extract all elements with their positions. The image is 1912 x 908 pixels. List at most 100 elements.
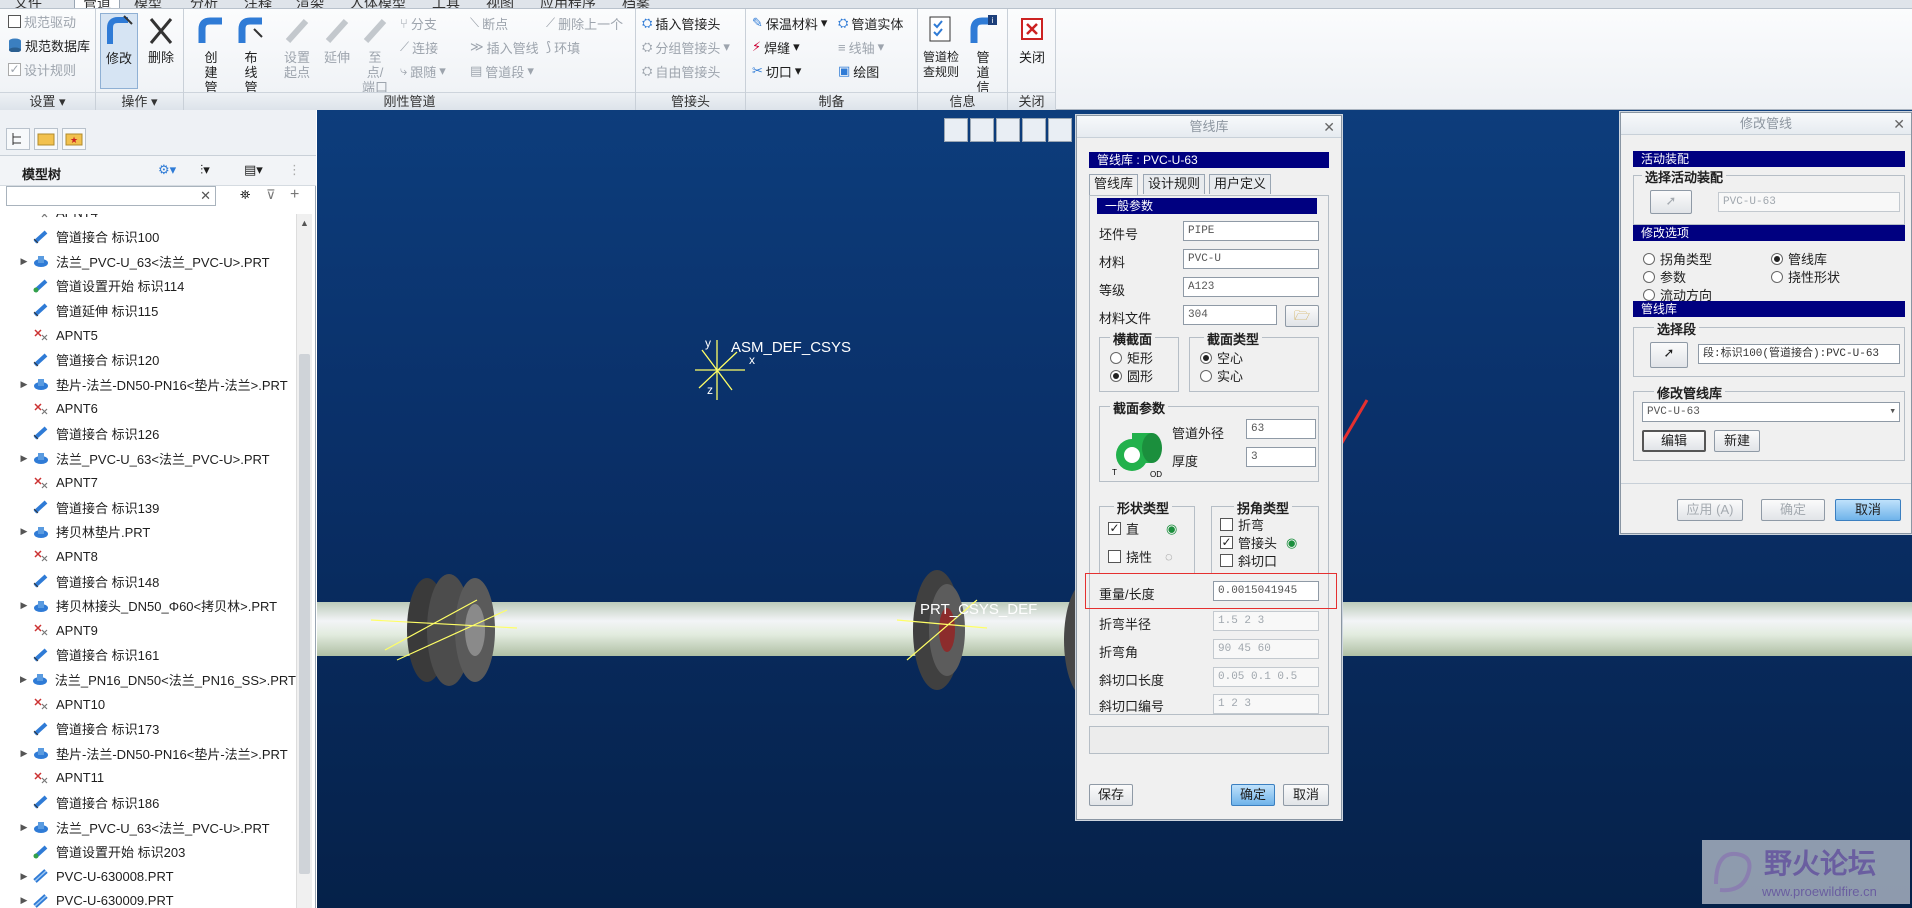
- dialog-close-icon[interactable]: ✕: [1323, 116, 1335, 138]
- expand-arrow-icon[interactable]: ▶: [16, 748, 32, 759]
- operations-group-label[interactable]: 操作 ▾: [96, 92, 183, 110]
- params-radio[interactable]: 参数: [1643, 267, 1686, 286]
- tree-node[interactable]: 管道接合 标识186: [0, 790, 296, 814]
- edit-button[interactable]: 编辑: [1642, 430, 1706, 452]
- material-file-field[interactable]: 304: [1183, 305, 1277, 325]
- tree-node[interactable]: 管道接合 标识173: [0, 717, 296, 741]
- free-fitting-button[interactable]: ⛭ 自由管接头: [642, 61, 720, 81]
- expand-arrow-icon[interactable]: ▶: [16, 674, 31, 685]
- stock-number-field[interactable]: PIPE: [1183, 221, 1319, 241]
- menu-tab-analysis[interactable]: 分析: [190, 0, 218, 8]
- fitting-checkbox[interactable]: ✓ 管接头 ◉: [1220, 533, 1297, 552]
- tree-node[interactable]: 管道接合 标识120: [0, 348, 296, 372]
- weld-button[interactable]: ⚡ 焊缝 ▾: [752, 37, 800, 57]
- zoom-in-icon[interactable]: [970, 118, 994, 142]
- cancel-button[interactable]: 取消: [1835, 499, 1901, 521]
- insert-fitting-button[interactable]: ⛭ 插入管接头: [642, 13, 720, 33]
- expand-arrow-icon[interactable]: ▶: [16, 822, 32, 833]
- connect-button[interactable]: ⟋ 连接: [400, 37, 438, 57]
- new-button[interactable]: 新建: [1714, 430, 1760, 452]
- segment-field[interactable]: 段:标识100(管道接合):PVC-U-63: [1698, 344, 1900, 364]
- ok-button[interactable]: 确定: [1231, 784, 1275, 806]
- expand-arrow-icon[interactable]: ▶: [16, 600, 32, 611]
- bend-radius-field[interactable]: 1.5 2 3: [1213, 611, 1319, 631]
- tree-node[interactable]: APNT8: [0, 544, 296, 568]
- od-field[interactable]: 63: [1246, 419, 1316, 439]
- miter-number-field[interactable]: 1 2 3: [1213, 694, 1319, 714]
- menu-tab-manikin[interactable]: 人体模型: [350, 0, 406, 8]
- binoculars-icon[interactable]: ⛯: [240, 187, 250, 203]
- circle-section-radio[interactable]: 圆形: [1110, 366, 1153, 385]
- tree-node[interactable]: APNT7: [0, 471, 296, 495]
- spec-driven-toggle[interactable]: 规范驱动: [8, 11, 76, 31]
- menu-tab-archive[interactable]: 档案: [622, 0, 650, 8]
- break-button[interactable]: ⟍ 断点: [470, 13, 508, 33]
- tree-scrollbar[interactable]: ▲: [296, 214, 312, 908]
- apply-button[interactable]: 应用 (A): [1677, 499, 1743, 521]
- expand-arrow-icon[interactable]: ▶: [16, 895, 32, 906]
- select-segment-button[interactable]: ➚: [1650, 342, 1688, 368]
- cut-button[interactable]: ✂ 切口 ▾: [752, 61, 801, 81]
- tree-node[interactable]: ▶ 法兰_PN16_DN50<法兰_PN16_SS>.PRT: [0, 667, 296, 691]
- modify-button[interactable]: 修改: [100, 13, 138, 89]
- clear-search-icon[interactable]: ✕: [200, 188, 211, 204]
- menu-tab-tools[interactable]: 工具: [432, 0, 460, 8]
- spool-button[interactable]: ≡ 线轴 ▾: [838, 37, 884, 57]
- expand-arrow-icon[interactable]: ▶: [16, 871, 32, 882]
- tree-node[interactable]: ▶ 垫片-法兰-DN50-PN16<垫片-法兰>.PRT: [0, 372, 296, 396]
- design-rules-button[interactable]: ✓ 设计规则: [8, 59, 76, 79]
- pipe-check-rules-button[interactable]: 管道检查规则: [922, 13, 960, 80]
- solid-radio[interactable]: 实心: [1200, 366, 1243, 385]
- model-tree-tab[interactable]: [6, 128, 30, 150]
- tree-node[interactable]: 管道接合 标识161: [0, 643, 296, 667]
- tree-node[interactable]: ▶ PVC-U-630008.PRT: [0, 864, 296, 888]
- tree-node[interactable]: ▶ 法兰_PVC-U_63<法兰_PVC-U>.PRT: [0, 446, 296, 470]
- delete-previous-button[interactable]: ⟋ 删除上一个: [546, 13, 623, 33]
- tree-node[interactable]: 管道接合 标识100: [0, 225, 296, 249]
- folder-browser-tab[interactable]: [34, 128, 58, 150]
- delete-button[interactable]: 删除: [142, 13, 180, 65]
- menu-tab-view[interactable]: 视图: [486, 0, 514, 8]
- miter-length-field[interactable]: 0.05 0.1 0.5: [1213, 667, 1319, 687]
- menu-tab-applications[interactable]: 应用程序: [540, 0, 596, 8]
- view-orient-icon[interactable]: [1048, 118, 1072, 142]
- tree-node[interactable]: 管道接合 标识126: [0, 421, 296, 445]
- tab-design-rules[interactable]: 设计规则: [1143, 174, 1206, 194]
- tree-node[interactable]: 管道设置开始 标识203: [0, 840, 296, 864]
- tree-node[interactable]: ▶ 垫片-法兰-DN50-PN16<垫片-法兰>.PRT: [0, 741, 296, 765]
- tree-search-input[interactable]: ✕: [6, 186, 216, 206]
- follow-button[interactable]: ⤷ 跟随 ▾: [400, 61, 446, 81]
- dialog-close-icon[interactable]: ✕: [1893, 113, 1905, 135]
- flange-left[interactable]: [357, 550, 537, 710]
- branch-button[interactable]: ⑂ 分支: [400, 13, 437, 33]
- group-fitting-button[interactable]: ⛭ 分组管接头 ▾: [642, 37, 730, 57]
- expand-arrow-icon[interactable]: ▶: [16, 453, 32, 464]
- thickness-field[interactable]: 3: [1246, 447, 1316, 467]
- expand-arrow-icon[interactable]: ▶: [16, 256, 32, 267]
- pipe-segment-button[interactable]: ▤ 管道段 ▾: [470, 61, 534, 81]
- tree-node[interactable]: 管道接合 标识148: [0, 569, 296, 593]
- save-button[interactable]: 保存: [1089, 784, 1133, 806]
- ok-button[interactable]: 确定: [1761, 499, 1825, 521]
- grade-field[interactable]: A123: [1183, 277, 1319, 297]
- loop-button[interactable]: ⟆ 环填: [546, 37, 580, 57]
- zoom-out-icon[interactable]: [996, 118, 1020, 142]
- select-assembly-button[interactable]: ➚: [1650, 190, 1692, 214]
- pipe-solid-button[interactable]: ⛭ 管道实体: [838, 13, 903, 33]
- add-icon[interactable]: +: [290, 186, 299, 204]
- tree-node[interactable]: ▶ 法兰_PVC-U_63<法兰_PVC-U>.PRT: [0, 249, 296, 273]
- tree-node[interactable]: ▶ 拷贝林接头_DN50_Φ60<拷贝林>.PRT: [0, 594, 296, 618]
- flexible-checkbox[interactable]: 挠性 ◌: [1108, 547, 1173, 566]
- menu-tab-model[interactable]: 模型: [134, 0, 162, 8]
- tree-extra-icon[interactable]: ⋮: [288, 162, 301, 178]
- tree-node[interactable]: APNT11: [0, 766, 296, 790]
- to-port-button[interactable]: 至点/端口: [356, 13, 394, 95]
- bend-angle-field[interactable]: 90 45 60: [1213, 639, 1319, 659]
- cancel-button[interactable]: 取消: [1283, 784, 1329, 806]
- tree-node[interactable]: 管道接合 标识139: [0, 495, 296, 519]
- tree-settings-icon[interactable]: ⚙▾: [158, 162, 176, 178]
- menu-tab-render[interactable]: 渲染: [296, 0, 324, 8]
- miter-checkbox[interactable]: 斜切口: [1220, 551, 1277, 570]
- active-assembly-field[interactable]: PVC-U-63: [1718, 192, 1900, 212]
- flange-middle[interactable]: [877, 550, 997, 710]
